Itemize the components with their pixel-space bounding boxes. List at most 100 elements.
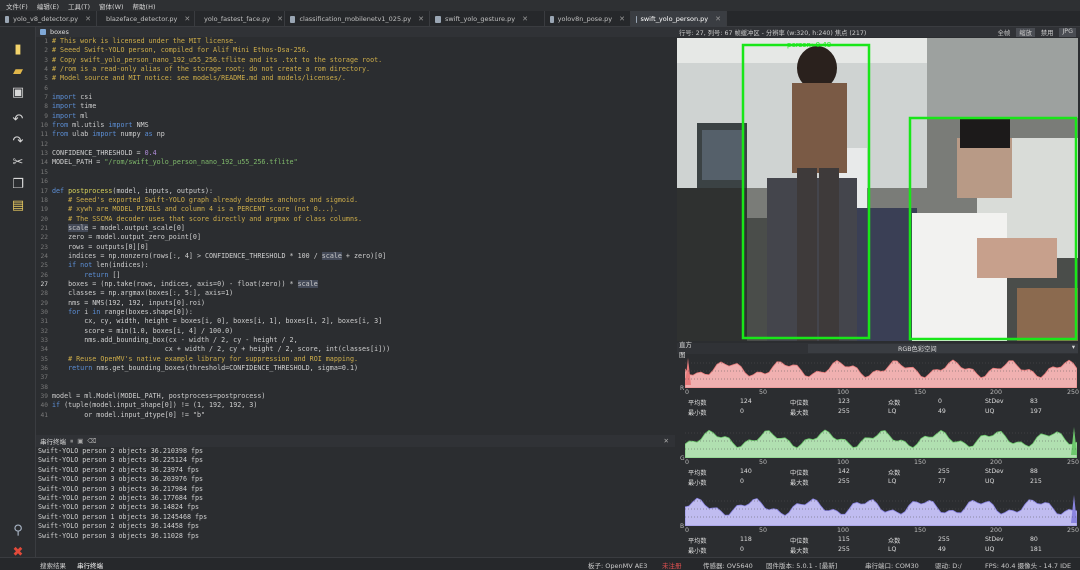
colorspace-select[interactable]: RGB色彩空间 ▾ (807, 344, 1078, 353)
paste-icon[interactable]: ▤ (10, 197, 26, 213)
axis-tick: 150 (914, 527, 927, 534)
stats-cell: 最大数 (790, 480, 809, 487)
axis-tick: 200 (990, 527, 1003, 534)
code-token: # Seeed's exported Swift-YOLO graph alre… (52, 195, 358, 204)
stats-cell: 中位数 (790, 538, 809, 545)
new-file-icon[interactable]: ▮ (10, 41, 26, 57)
close-tab-icon[interactable]: ✕ (522, 15, 528, 23)
menu-item[interactable]: 窗体(W) (99, 1, 124, 11)
code-token: time (76, 102, 97, 111)
code-token: = model.output_scale[0] (88, 223, 185, 232)
stats-cell: StDev (985, 468, 1004, 475)
code-token: cx, cy, width, height = boxes[i, 0], box… (52, 317, 383, 326)
close-tab-icon[interactable]: ✕ (277, 15, 283, 23)
code-token: import (92, 130, 117, 139)
close-tab-icon[interactable]: ✕ (619, 15, 625, 23)
line-number: 37 (40, 374, 48, 382)
code-token: numpy (116, 130, 145, 139)
terminal-line: Swift-YOLO person 3 objects 36.225124 fp… (38, 456, 204, 465)
file-tab[interactable]: yolo_v8_detector.py ✕ (0, 11, 97, 27)
stats-row: 平均数 140 中位数 142 众数 255 StDev 88 (688, 468, 1078, 478)
code-token: rows = outputs[0][0] (52, 242, 149, 251)
histogram-axis: 0 50 100 150 200 250 (677, 527, 1079, 535)
frame-button[interactable]: JPG (1059, 27, 1076, 37)
save-icon[interactable]: ▣ (10, 84, 26, 100)
stats-cell: 255 (938, 468, 950, 475)
close-tab-icon[interactable]: ✕ (85, 15, 91, 23)
stats-cell: LQ (888, 478, 897, 485)
stats-cell: 123 (838, 398, 850, 405)
file-tab[interactable]: swift_yolo_person.py ✕ (631, 11, 727, 27)
stats-cell: 142 (838, 468, 850, 475)
file-tab-label: yolov8n_pose.py (557, 15, 613, 23)
stats-cell: 255 (838, 546, 850, 553)
code-line: # /rom is a read-only alias of the stora… (52, 65, 675, 74)
file-tab[interactable]: yolo_fastest_face.py ✕ (195, 11, 285, 27)
file-tab[interactable]: blazeface_detector.py ✕ (97, 11, 195, 27)
histogram-r (685, 355, 1077, 388)
code-token: + zero)[0] (341, 251, 387, 260)
stats-cell: 115 (838, 536, 850, 543)
axis-tick: 0 (685, 389, 690, 396)
axis-tick: 50 (759, 389, 768, 396)
connect-icon[interactable]: ⚲ (10, 522, 26, 538)
redo-icon[interactable]: ↷ (10, 133, 26, 149)
copy-icon[interactable]: ❐ (10, 176, 26, 192)
cut-icon[interactable]: ✂ (10, 154, 26, 170)
serial-terminal[interactable]: Swift-YOLO person 2 objects 36.210398 fp… (36, 447, 675, 557)
firmware-label[interactable]: 固件版本: 5.0.1 - [最新] (766, 560, 837, 570)
stats-cell: 88 (1030, 468, 1038, 475)
bottom-tab-search[interactable]: 搜索结果 (40, 560, 66, 570)
menu-item[interactable]: 编辑(E) (37, 1, 59, 11)
terminal-line: Swift-YOLO person 2 objects 36.23974 fps (38, 465, 200, 474)
menu-item[interactable]: 文件(F) (6, 1, 28, 11)
line-number: 20 (40, 215, 48, 223)
code-token: import (108, 121, 133, 130)
code-token: # Seeed Swift-YOLO person, compiled for … (52, 46, 310, 55)
code-token: model = ml.Model(MODEL_PATH, postprocess… (52, 392, 266, 401)
code-line: return nms.get_bounding_boxes(threshold=… (52, 364, 675, 373)
clear-icon[interactable]: ⌫ (87, 437, 96, 445)
menu-item[interactable]: 工具(T) (68, 1, 90, 11)
close-tab-icon[interactable]: ✕ (418, 15, 424, 23)
bottom-tab-terminal[interactable]: 串行终端 (77, 560, 103, 570)
save-log-icon[interactable]: ▣ (77, 437, 83, 445)
open-folder-icon[interactable]: ▰ (10, 63, 26, 79)
close-tab-icon[interactable]: ✕ (715, 15, 721, 23)
frame-button[interactable]: 禁用 (1038, 28, 1057, 37)
line-number: 32 (40, 327, 48, 335)
code-editor[interactable]: # This work is licensed under the MIT li… (50, 37, 675, 433)
close-tab-icon[interactable]: ✕ (184, 15, 190, 23)
stats-cell: 140 (740, 468, 752, 475)
undo-icon[interactable]: ↶ (10, 111, 26, 127)
frame-button[interactable]: 缩放 (1016, 27, 1035, 37)
file-tab[interactable]: classification_mobilenetv1_025.py ✕ (285, 11, 430, 27)
stats-cell: 255 (838, 478, 850, 485)
line-numbers: 1 2 3 4 5 6 7 8 9 10 11 12 13 14 15 16 17 18 19 20 21 22 23 24 2… (36, 37, 50, 433)
terminal-line: Swift-YOLO person 3 objects 36.11028 fps (38, 531, 200, 540)
code-token: # /rom is a read-only alias of the stora… (52, 65, 371, 74)
menu-item[interactable]: 帮助(H) (133, 1, 156, 11)
close-terminal-icon[interactable]: ✕ (664, 437, 675, 445)
pause-icon[interactable]: ⏸ (70, 437, 73, 446)
camera-image: person: 0.48 (677, 38, 1078, 341)
line-number: 30 (40, 308, 48, 316)
stats-cell: 平均数 (688, 538, 707, 545)
line-number: 6 (44, 84, 48, 92)
file-tab[interactable]: swift_yolo_gesture.py ✕ (430, 11, 545, 27)
code-line: # The SSCMA decoder uses that score dire… (52, 215, 675, 224)
frame-button[interactable]: 全帧 (995, 28, 1014, 37)
terminal-line: Swift-YOLO person 1 objects 36.1245468 f… (38, 512, 208, 521)
histogram-stats: 平均数 124 中位数 123 众数 0 StDev 83 最小数 0 最大数 255 LQ 49 UQ 19… (688, 398, 1078, 418)
stats-cell: 最大数 (790, 410, 809, 417)
file-tab-label: classification_mobilenetv1_025.py (299, 15, 412, 23)
breadcrumb[interactable]: boxes (36, 27, 675, 37)
line-number: 41 (40, 411, 48, 419)
unregistered-label[interactable]: 未注册 (662, 560, 682, 570)
code-token: def (52, 186, 65, 195)
stats-cell: LQ (888, 408, 897, 415)
file-tab[interactable]: yolov8n_pose.py ✕ (545, 11, 631, 27)
frame-buffer-view[interactable]: person: 0.48 (677, 38, 1078, 341)
